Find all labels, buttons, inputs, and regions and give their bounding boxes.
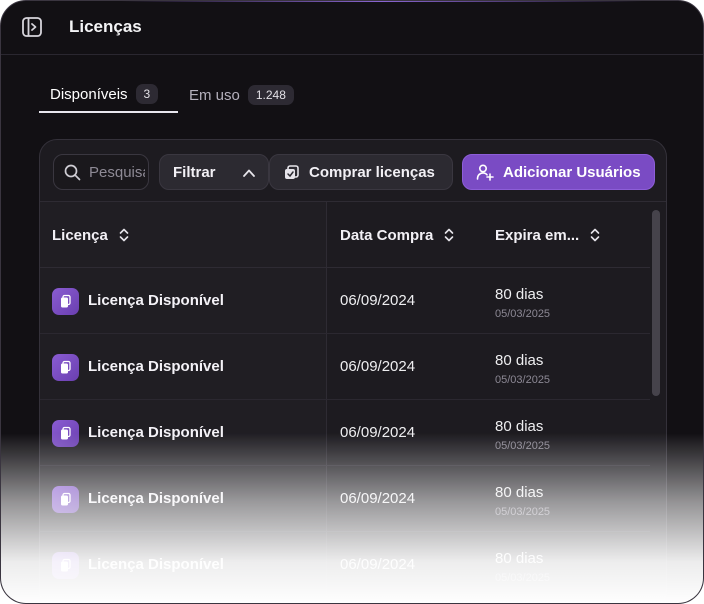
expires-date: 05/03/2025: [495, 440, 551, 452]
tab-bar: Disponíveis 3 Em uso 1.248: [39, 77, 309, 113]
tab-in-use-count: 1.248: [247, 85, 294, 105]
table-row[interactable]: Licença Disponível 06/09/2024 80 dias 05…: [40, 532, 650, 598]
licenses-window: Licenças Disponíveis 3 Em uso 1.248 Filt…: [0, 0, 704, 604]
column-header-expires[interactable]: Expira em...: [495, 202, 601, 268]
license-icon: [52, 486, 79, 513]
license-icon: [52, 552, 79, 579]
add-users-label: Adicionar Usuários: [503, 163, 641, 181]
sort-icon: [590, 228, 600, 242]
search-box[interactable]: [53, 154, 149, 190]
table-body: Licença Disponível 06/09/2024 80 dias 05…: [40, 268, 650, 598]
table-header: Licença Data Compra Expira em...: [40, 202, 650, 268]
purchase-date: 06/09/2024: [340, 490, 416, 507]
expires-date: 05/03/2025: [495, 308, 551, 320]
buy-licenses-button[interactable]: Comprar licenças: [269, 154, 453, 190]
tab-in-use-label: Em uso: [189, 86, 240, 104]
buy-licenses-label: Comprar licenças: [309, 163, 435, 181]
license-name: Licença Disponível: [88, 292, 224, 309]
license-cards-icon: [285, 164, 299, 179]
add-user-icon: [476, 164, 494, 181]
tab-in-use[interactable]: Em uso 1.248: [189, 77, 294, 113]
expires-in: 80 dias: [495, 352, 544, 369]
table-row[interactable]: Licença Disponível 06/09/2024 80 dias 05…: [40, 334, 650, 400]
filter-button[interactable]: Filtrar: [159, 154, 269, 190]
expires-in: 80 dias: [495, 286, 544, 303]
purchase-date: 06/09/2024: [340, 358, 416, 375]
sort-icon: [445, 228, 454, 242]
chevron-up-icon: [243, 169, 255, 177]
column-header-license[interactable]: Licença: [52, 202, 130, 268]
purchase-date: 06/09/2024: [340, 292, 416, 309]
license-name: Licença Disponível: [88, 358, 224, 375]
table-row[interactable]: Licença Disponível 06/09/2024 80 dias 05…: [40, 268, 650, 334]
expires-in: 80 dias: [495, 418, 544, 435]
search-icon: [64, 164, 81, 180]
license-name: Licença Disponível: [88, 424, 224, 441]
expires-date: 05/03/2025: [495, 506, 551, 518]
sidebar-toggle-icon[interactable]: [21, 16, 43, 38]
license-icon: [52, 288, 79, 315]
license-icon: [52, 354, 79, 381]
tab-available-label: Disponíveis: [50, 85, 128, 103]
purchase-date: 06/09/2024: [340, 424, 416, 441]
license-icon: [52, 420, 79, 447]
license-name: Licença Disponível: [88, 490, 224, 507]
table-row[interactable]: Licença Disponível 06/09/2024 80 dias 05…: [40, 466, 650, 532]
column-header-expires-label: Expira em...: [495, 226, 580, 244]
expires-date: 05/03/2025: [495, 572, 551, 584]
tab-available-count: 3: [135, 84, 159, 104]
column-header-purchase-date-label: Data Compra: [340, 226, 434, 244]
sort-icon: [119, 228, 129, 242]
column-header-purchase-date[interactable]: Data Compra: [340, 202, 455, 268]
header: Licenças: [1, 1, 703, 55]
toolbar: Filtrar Comprar licenças: [40, 140, 666, 202]
tab-available[interactable]: Disponíveis 3: [39, 77, 178, 113]
expires-in: 80 dias: [495, 550, 544, 567]
expires-date: 05/03/2025: [495, 374, 551, 386]
table-row[interactable]: Licença Disponível 06/09/2024 80 dias 05…: [40, 400, 650, 466]
purchase-date: 06/09/2024: [340, 556, 416, 573]
page-title: Licenças: [69, 17, 142, 36]
expires-in: 80 dias: [495, 484, 544, 501]
add-users-button[interactable]: Adicionar Usuários: [462, 154, 655, 190]
filter-button-label: Filtrar: [173, 163, 216, 181]
search-input[interactable]: [89, 163, 145, 181]
column-header-license-label: Licença: [52, 226, 108, 244]
license-name: Licença Disponível: [88, 556, 224, 573]
licenses-card: Filtrar Comprar licenças: [39, 139, 667, 603]
vertical-scrollbar[interactable]: [652, 210, 660, 396]
